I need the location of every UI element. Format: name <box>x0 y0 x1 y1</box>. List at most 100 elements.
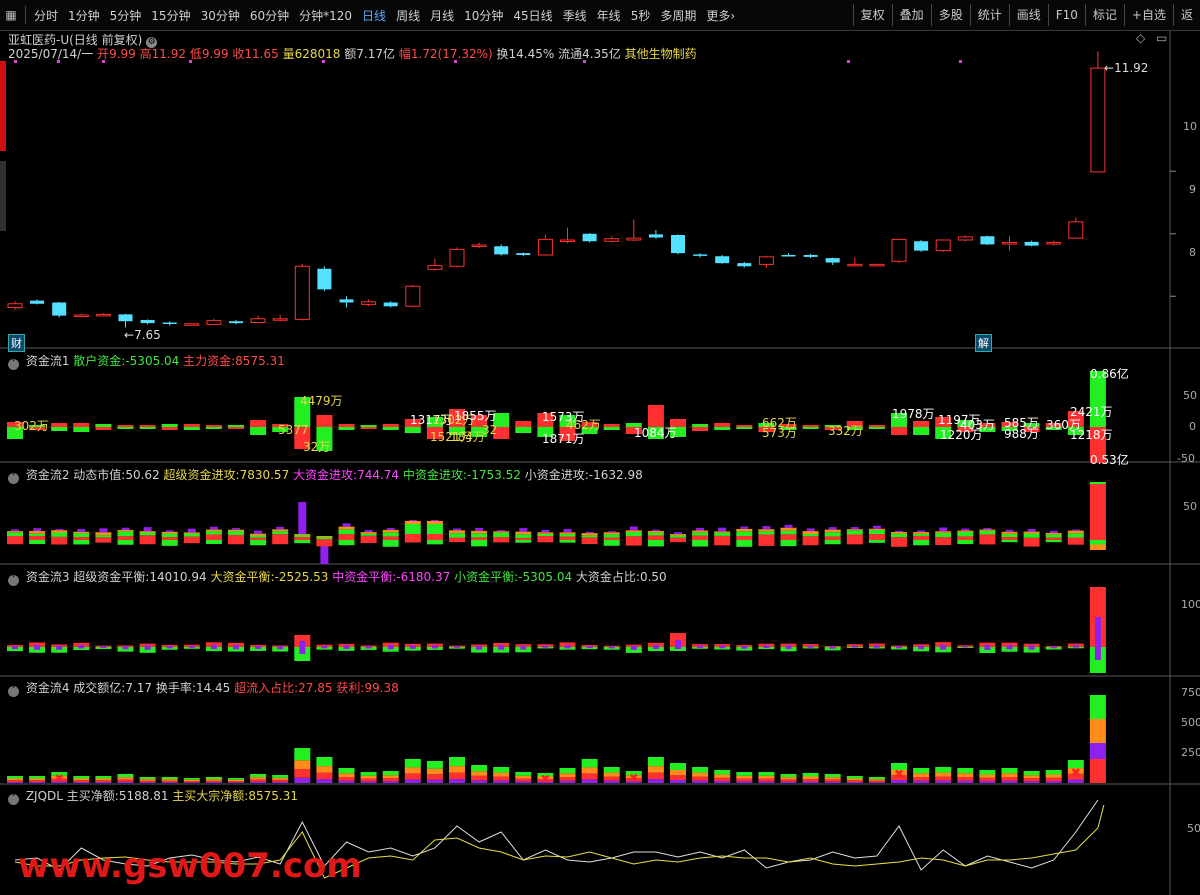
volume-segment <box>493 767 510 773</box>
flow1-bar-neg <box>891 427 907 435</box>
flow2-bar-neg <box>692 540 709 547</box>
flow2-bar <box>828 527 837 530</box>
volume-segment <box>183 779 200 781</box>
volume-segment <box>581 759 598 768</box>
volume-segment <box>913 777 930 781</box>
flow2-bar <box>73 537 90 540</box>
volume-segment <box>161 780 178 783</box>
flow1-annotation: 0.53亿 <box>1090 452 1129 467</box>
panel-collapse-icon[interactable]: ˅ <box>8 473 19 484</box>
finance-marker[interactable]: 财 <box>8 334 25 352</box>
flow3-bar-mid <box>299 641 306 654</box>
p4-tick-500: 500 <box>1181 716 1200 729</box>
panel-collapse-icon[interactable]: ˅ <box>8 794 19 805</box>
flow2-bar <box>449 533 465 538</box>
volume-segment <box>404 759 421 768</box>
flow2-bar-neg <box>426 540 443 545</box>
volume-segment <box>603 767 620 773</box>
flow2-bar <box>250 533 267 536</box>
flow2-bar <box>272 529 289 532</box>
flow2-bar <box>73 531 90 534</box>
unlock-marker[interactable]: 解 <box>975 334 992 352</box>
flow3-bar-mid <box>785 645 792 650</box>
flow2-bar <box>161 531 178 534</box>
event-dot <box>454 60 457 63</box>
flow2-bar-neg <box>205 540 222 545</box>
volume-segment <box>868 782 885 783</box>
volume-segment <box>382 775 399 779</box>
volume-segment <box>360 772 377 776</box>
flow2-bar <box>272 534 289 540</box>
flow2-bar <box>846 529 863 531</box>
flow2-bar <box>232 528 240 530</box>
volume-segment <box>360 778 377 782</box>
flow2-bar <box>449 537 465 540</box>
flow2-bar <box>581 537 598 540</box>
flow1-annotation: 1218万 <box>1070 428 1113 442</box>
flow2-bar <box>228 531 244 535</box>
flow3-bar-mid <box>188 645 195 648</box>
flow2-bar <box>7 536 23 540</box>
volume-segment <box>692 767 709 773</box>
volume-segment <box>780 774 797 778</box>
flow3-bar-mid <box>586 646 593 649</box>
volume-segment <box>846 776 863 779</box>
flow2-bar <box>670 534 686 536</box>
flow1-bar-neg <box>51 427 68 431</box>
flow3-bar-mid <box>520 645 527 650</box>
flow2-bar <box>360 532 377 534</box>
flow2-bar <box>51 532 68 537</box>
flow2-bar <box>386 528 395 530</box>
flow3-bar-mid <box>144 645 151 650</box>
flow1-annotation: 1084万 <box>634 426 677 440</box>
event-dot <box>189 60 192 63</box>
panel-collapse-icon[interactable]: ˅ <box>8 686 19 697</box>
p4-tick-250: 250 <box>1181 746 1200 759</box>
flow2-bar <box>895 530 903 532</box>
flow3-bar-mid <box>962 646 969 648</box>
candle-body-down <box>715 256 730 264</box>
volume-segment <box>957 777 974 781</box>
volume-segment <box>228 781 244 783</box>
block-buy-label: 主买大宗净额: <box>172 789 249 803</box>
small-balance-value: -5305.04 <box>518 570 573 584</box>
flow2-bar-neg <box>294 540 311 544</box>
panel-collapse-icon[interactable]: ˅ <box>8 575 19 586</box>
flow3-bar-mid <box>1050 646 1057 649</box>
flow2-bar <box>585 531 594 534</box>
flow2-bar-neg <box>780 540 797 547</box>
flow1-bar-pos <box>95 424 112 427</box>
flow2-bar <box>537 536 554 540</box>
flow2-bar <box>868 534 885 540</box>
flow3-bar-mid <box>697 645 704 648</box>
volume-segment <box>73 780 90 782</box>
market-value-label: 动态市值: <box>73 468 126 482</box>
volume-segment <box>228 782 244 783</box>
volume-segment <box>404 773 421 780</box>
flow2-bar <box>607 531 616 533</box>
super-balance-value: 14010.94 <box>149 570 207 584</box>
flow1-annotation: 5377 <box>278 423 309 437</box>
super-attack-label: 超级资金进攻: <box>163 468 240 482</box>
volume-segment <box>824 779 841 782</box>
volume-segment <box>1045 777 1062 782</box>
chart-canvas: ✖ ✖ ✖ ✖ ✖ 302万4479万537732万1317万1302万1855万152… <box>0 31 1200 895</box>
flow2-bar <box>891 533 907 538</box>
cross-marker-icon: ✖ <box>894 767 904 781</box>
flow2-bar <box>294 534 311 535</box>
flow3-bar-mid <box>542 645 549 648</box>
flow3-bar-mid <box>56 645 63 650</box>
flow1-bar-neg <box>382 427 399 430</box>
flow2-bar <box>364 529 373 533</box>
flow2-bar-neg <box>559 540 576 543</box>
p3-tick-100: 100 <box>1181 598 1200 611</box>
volume-segment <box>935 767 952 773</box>
panel-collapse-icon[interactable]: ˅ <box>8 359 19 370</box>
flow2-bar <box>762 526 771 530</box>
volume-segment <box>692 772 709 777</box>
flow3-bar-mid <box>34 644 41 650</box>
flow2-bar <box>55 528 64 531</box>
volume-segment <box>957 768 974 774</box>
volume-segment <box>1023 771 1040 776</box>
flow2-bar <box>961 528 970 531</box>
